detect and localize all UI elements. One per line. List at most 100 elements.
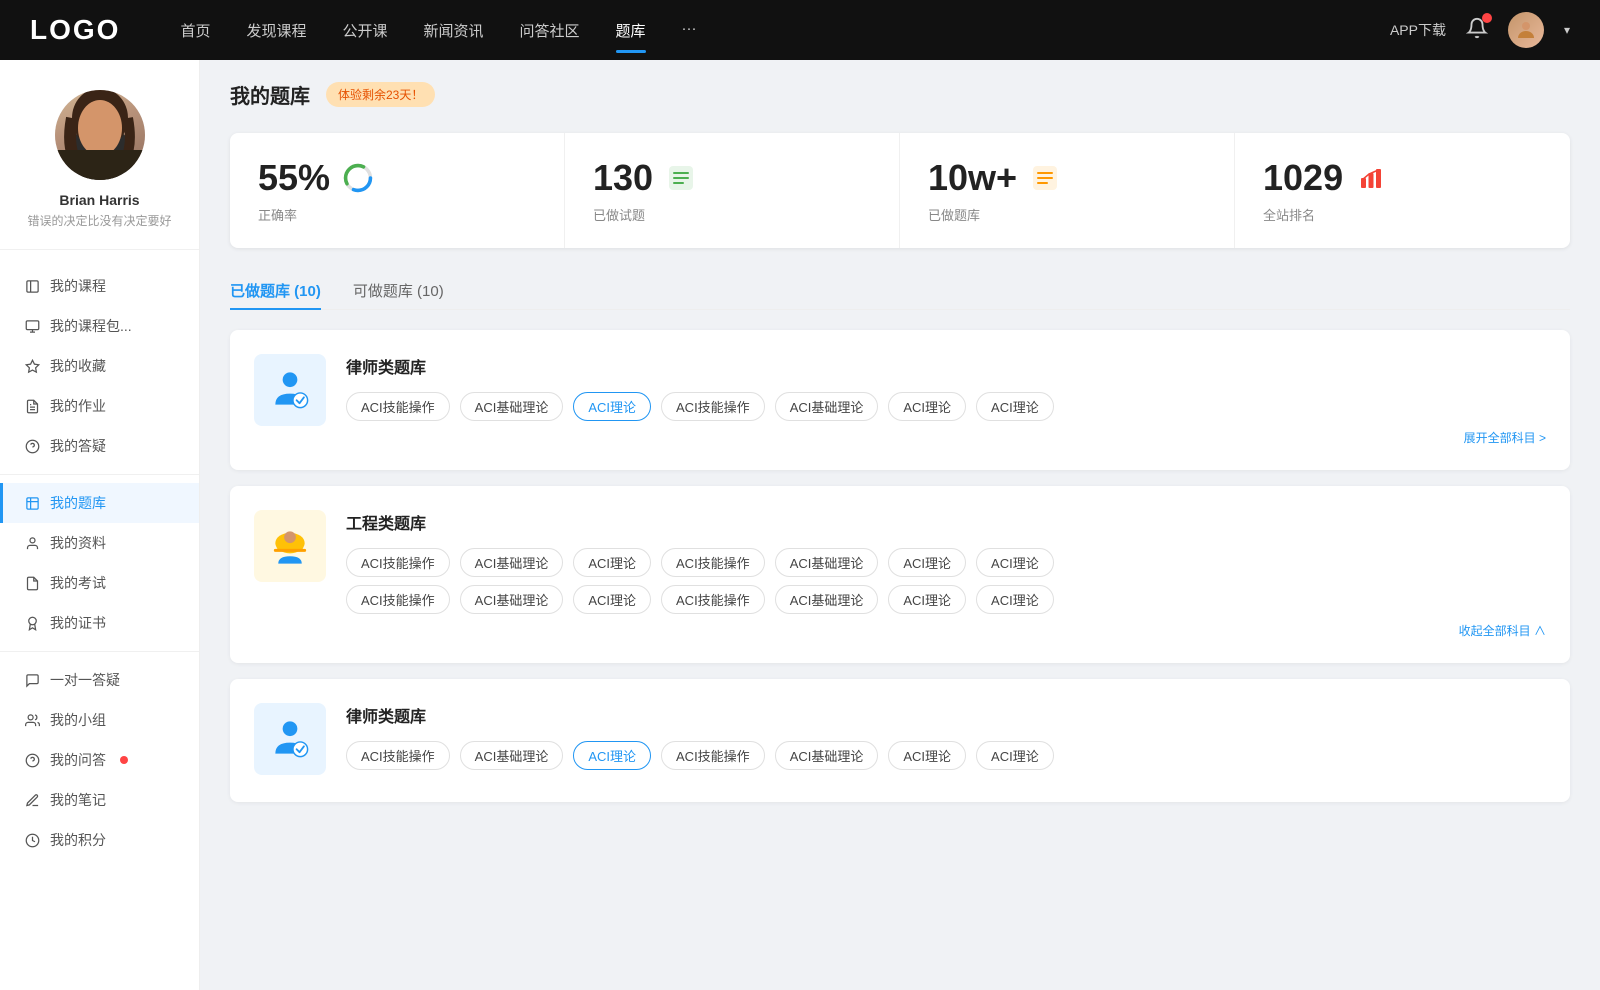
profile-name: Brian Harris xyxy=(59,192,139,208)
user-menu-chevron[interactable]: ▾ xyxy=(1564,23,1570,37)
sidebar-item-homework-label: 我的作业 xyxy=(50,396,106,416)
nav-discover[interactable]: 发现课程 xyxy=(246,16,306,45)
tab-done-banks[interactable]: 已做题库 (10) xyxy=(230,272,321,309)
category-header-law1: 律师类题库 ACI技能操作 ACI基础理论 ACI理论 ACI技能操作 ACI基… xyxy=(254,354,1546,446)
sidebar-item-favorites[interactable]: 我的收藏 xyxy=(0,346,199,386)
stat-done-questions-label: 已做试题 xyxy=(593,205,871,224)
page-title: 我的题库 xyxy=(230,80,310,109)
collapse-link-eng1[interactable]: 收起全部科目 ∧ xyxy=(346,622,1546,639)
nav-question-bank[interactable]: 题库 xyxy=(616,16,646,45)
category-card-law2: 律师类题库 ACI技能操作 ACI基础理论 ACI理论 ACI技能操作 ACI基… xyxy=(230,679,1570,802)
page-wrapper: Brian Harris 错误的决定比没有决定要好 我的课程 我的课程包... xyxy=(0,60,1600,990)
sidebar-item-points[interactable]: 我的积分 xyxy=(0,820,199,860)
course-icon xyxy=(24,278,40,294)
done-banks-icon xyxy=(1029,162,1061,194)
sidebar-item-question-bank[interactable]: 我的题库 xyxy=(0,483,199,523)
tag-eng1-r1-0[interactable]: ACI技能操作 xyxy=(346,548,450,577)
tabs: 已做题库 (10) 可做题库 (10) xyxy=(230,272,1570,310)
stat-done-banks-row: 10w+ xyxy=(928,157,1206,199)
sidebar-item-exam[interactable]: 我的考试 xyxy=(0,563,199,603)
stat-accuracy-value: 55% xyxy=(258,157,330,199)
tag-eng1-r2-1[interactable]: ACI基础理论 xyxy=(460,585,564,614)
tag-eng1-r2-6[interactable]: ACI理论 xyxy=(976,585,1054,614)
expand-link-law1[interactable]: 展开全部科目 > xyxy=(346,429,1546,446)
tag-law2-5[interactable]: ACI理论 xyxy=(888,741,966,770)
tag-law2-2[interactable]: ACI理论 xyxy=(573,741,651,770)
stat-done-questions-row: 130 xyxy=(593,157,871,199)
nav-home[interactable]: 首页 xyxy=(180,16,210,45)
stat-rank-row: 1029 xyxy=(1263,157,1542,199)
notification-badge xyxy=(1482,13,1492,23)
sidebar-item-1on1-label: 一对一答疑 xyxy=(50,670,120,690)
certificate-icon xyxy=(24,615,40,631)
course-pack-icon xyxy=(24,318,40,334)
sidebar-item-group[interactable]: 我的小组 xyxy=(0,700,199,740)
category-body-law2: 律师类题库 ACI技能操作 ACI基础理论 ACI理论 ACI技能操作 ACI基… xyxy=(346,703,1546,778)
tag-eng1-r1-4[interactable]: ACI基础理论 xyxy=(775,548,879,577)
notification-bell[interactable] xyxy=(1466,17,1488,44)
stat-done-banks-value: 10w+ xyxy=(928,157,1017,199)
sidebar-item-questions[interactable]: 我的问答 xyxy=(0,740,199,780)
sidebar-item-favorites-label: 我的收藏 xyxy=(50,356,106,376)
sidebar-item-course-label: 我的课程 xyxy=(50,276,106,296)
tag-eng1-r2-5[interactable]: ACI理论 xyxy=(888,585,966,614)
tag-law1-2[interactable]: ACI理论 xyxy=(573,392,651,421)
nav-news[interactable]: 新闻资讯 xyxy=(424,16,484,45)
tag-eng1-r2-4[interactable]: ACI基础理论 xyxy=(775,585,879,614)
tag-eng1-r1-1[interactable]: ACI基础理论 xyxy=(460,548,564,577)
engineer-icon-wrap xyxy=(254,510,326,582)
tag-law2-6[interactable]: ACI理论 xyxy=(976,741,1054,770)
profile-avatar-image xyxy=(55,90,145,180)
points-icon xyxy=(24,832,40,848)
nav-qa[interactable]: 问答社区 xyxy=(520,16,580,45)
tag-law2-1[interactable]: ACI基础理论 xyxy=(460,741,564,770)
sidebar-item-profile[interactable]: 我的资料 xyxy=(0,523,199,563)
tag-eng1-r1-3[interactable]: ACI技能操作 xyxy=(661,548,765,577)
sidebar-item-notes[interactable]: 我的笔记 xyxy=(0,780,199,820)
tag-eng1-r2-2[interactable]: ACI理论 xyxy=(573,585,651,614)
tag-law1-0[interactable]: ACI技能操作 xyxy=(346,392,450,421)
tag-law1-5[interactable]: ACI理论 xyxy=(888,392,966,421)
category-card-eng1: 工程类题库 ACI技能操作 ACI基础理论 ACI理论 ACI技能操作 ACI基… xyxy=(230,486,1570,663)
profile-icon xyxy=(24,535,40,551)
tag-law1-4[interactable]: ACI基础理论 xyxy=(775,392,879,421)
tag-law1-6[interactable]: ACI理论 xyxy=(976,392,1054,421)
app-download-button[interactable]: APP下载 xyxy=(1390,20,1446,40)
tab-available-banks[interactable]: 可做题库 (10) xyxy=(353,272,444,309)
category-body-eng1: 工程类题库 ACI技能操作 ACI基础理论 ACI理论 ACI技能操作 ACI基… xyxy=(346,510,1546,639)
sidebar-item-homework[interactable]: 我的作业 xyxy=(0,386,199,426)
sidebar-item-qa[interactable]: 我的答疑 xyxy=(0,426,199,466)
tag-eng1-r1-5[interactable]: ACI理论 xyxy=(888,548,966,577)
stat-done-banks-label: 已做题库 xyxy=(928,205,1206,224)
tag-eng1-r1-6[interactable]: ACI理论 xyxy=(976,548,1054,577)
tag-law1-1[interactable]: ACI基础理论 xyxy=(460,392,564,421)
tag-law2-0[interactable]: ACI技能操作 xyxy=(346,741,450,770)
sidebar-item-course-pack[interactable]: 我的课程包... xyxy=(0,306,199,346)
nav-more[interactable]: ··· xyxy=(682,16,697,45)
tag-eng1-r2-0[interactable]: ACI技能操作 xyxy=(346,585,450,614)
exam-icon xyxy=(24,575,40,591)
category-title-eng1: 工程类题库 xyxy=(346,510,1546,534)
stat-done-questions-value: 130 xyxy=(593,157,653,199)
tag-eng1-r1-2[interactable]: ACI理论 xyxy=(573,548,651,577)
sidebar-item-course-pack-label: 我的课程包... xyxy=(50,316,132,336)
stat-accuracy-row: 55% xyxy=(258,157,536,199)
sidebar-menu: 我的课程 我的课程包... 我的收藏 我的作业 xyxy=(0,266,199,860)
category-card-law1: 律师类题库 ACI技能操作 ACI基础理论 ACI理论 ACI技能操作 ACI基… xyxy=(230,330,1570,470)
main-nav: 首页 发现课程 公开课 新闻资讯 问答社区 题库 ··· xyxy=(180,16,1390,45)
sidebar-item-1on1[interactable]: 一对一答疑 xyxy=(0,660,199,700)
sidebar-item-course[interactable]: 我的课程 xyxy=(0,266,199,306)
homework-icon xyxy=(24,398,40,414)
sidebar-item-certificate[interactable]: 我的证书 xyxy=(0,603,199,643)
tag-law2-4[interactable]: ACI基础理论 xyxy=(775,741,879,770)
group-icon xyxy=(24,712,40,728)
sidebar-item-exam-label: 我的考试 xyxy=(50,573,106,593)
tag-eng1-r2-3[interactable]: ACI技能操作 xyxy=(661,585,765,614)
tag-law2-3[interactable]: ACI技能操作 xyxy=(661,741,765,770)
header: LOGO 首页 发现课程 公开课 新闻资讯 问答社区 题库 ··· APP下载 … xyxy=(0,0,1600,60)
nav-open-course[interactable]: 公开课 xyxy=(342,16,387,45)
avatar[interactable] xyxy=(1508,12,1544,48)
done-questions-icon xyxy=(665,162,697,194)
avatar-image xyxy=(1508,12,1544,48)
tag-law1-3[interactable]: ACI技能操作 xyxy=(661,392,765,421)
